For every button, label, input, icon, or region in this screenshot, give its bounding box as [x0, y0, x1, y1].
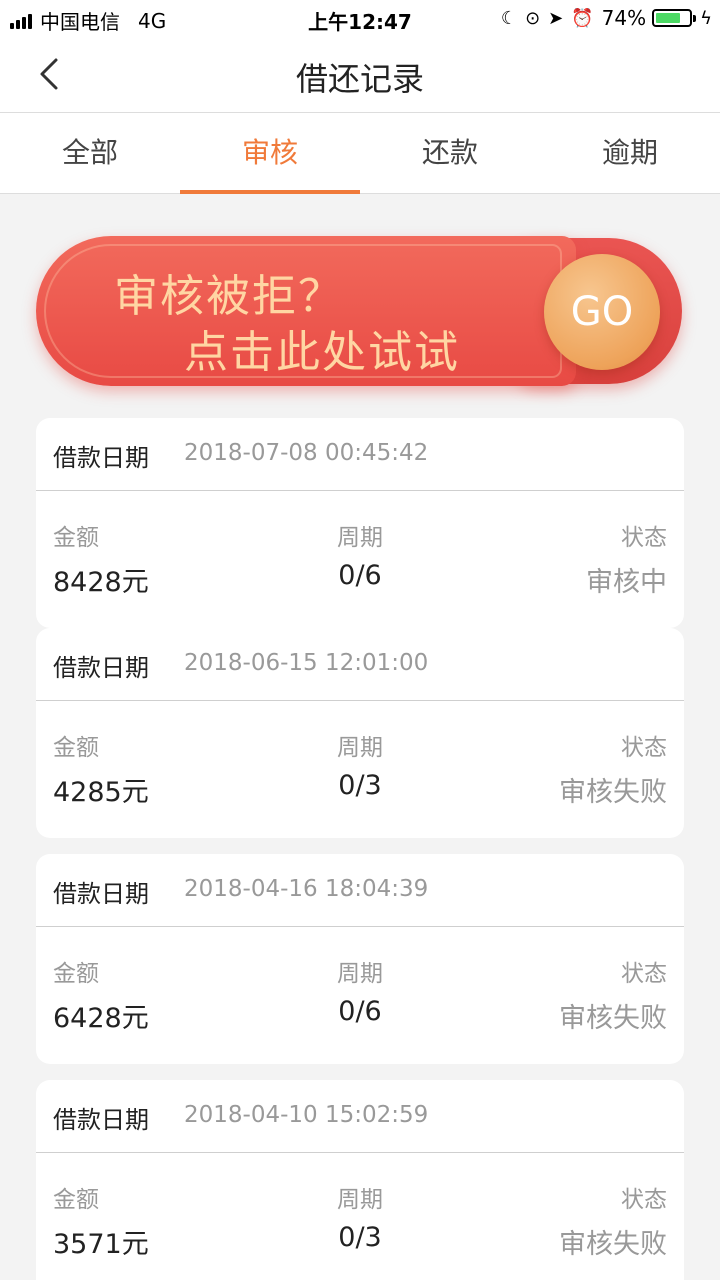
tab-all[interactable]: 全部 — [0, 113, 180, 193]
record-card[interactable]: 借款日期 2018-07-08 00:45:42 金额 周期 状态 8428元 … — [36, 418, 684, 628]
status-value: 审核失败 — [559, 1229, 667, 1260]
period-label: 周期 — [337, 961, 383, 987]
record-card[interactable]: 借款日期 2018-04-10 15:02:59 金额 周期 状态 3571元 … — [36, 1080, 684, 1280]
go-button[interactable]: GO — [544, 254, 660, 370]
record-header: 借款日期 2018-06-15 12:01:00 — [36, 628, 684, 701]
battery-fill — [656, 13, 680, 23]
record-header: 借款日期 2018-04-10 15:02:59 — [36, 1080, 684, 1153]
status-label: 状态 — [621, 1187, 667, 1213]
promo-banner[interactable]: 审核被拒？ 点击此处试试 GO — [36, 232, 684, 392]
charging-icon: ϟ — [700, 7, 712, 29]
location-icon: ➤ — [548, 7, 564, 29]
banner-subline: 点击此处试试 — [184, 327, 460, 378]
status-value: 审核失败 — [559, 777, 667, 808]
status-label: 状态 — [621, 525, 667, 551]
battery-icon — [652, 9, 697, 27]
alarm-icon: ⏰ — [571, 7, 594, 29]
status-value: 审核失败 — [559, 1003, 667, 1034]
period-label: 周期 — [337, 525, 383, 551]
page-title: 借还记录 — [295, 60, 424, 98]
date-value: 2018-04-16 18:04:39 — [184, 876, 429, 902]
status-right: ☾ ⊙ ➤ ⏰ 74% ϟ — [501, 6, 712, 30]
moon-icon: ☾ — [500, 7, 518, 29]
status-bar: 中国电信 4G 上午12:47 ☾ ⊙ ➤ ⏰ 74% ϟ — [0, 0, 720, 36]
date-value: 2018-06-15 12:01:00 — [184, 650, 429, 676]
status-label: 状态 — [621, 961, 667, 987]
date-label: 借款日期 — [53, 1106, 149, 1134]
banner-headline: 审核被拒？ — [114, 271, 344, 322]
tab-repayment[interactable]: 还款 — [360, 113, 540, 193]
date-label: 借款日期 — [53, 880, 149, 908]
rotation-lock-icon: ⊙ — [525, 7, 541, 29]
banner-body: 审核被拒？ 点击此处试试 — [36, 236, 576, 386]
period-label: 周期 — [337, 1187, 383, 1213]
status-label: 状态 — [621, 735, 667, 761]
date-label: 借款日期 — [53, 654, 149, 682]
record-header: 借款日期 2018-07-08 00:45:42 — [36, 418, 684, 491]
date-label: 借款日期 — [53, 444, 149, 472]
date-value: 2018-07-08 00:45:42 — [184, 440, 429, 466]
nav-bar: 借还记录 — [0, 36, 720, 113]
date-value: 2018-04-10 15:02:59 — [184, 1102, 429, 1128]
record-card[interactable]: 借款日期 2018-04-16 18:04:39 金额 周期 状态 6428元 … — [36, 854, 684, 1064]
record-header: 借款日期 2018-04-16 18:04:39 — [36, 854, 684, 927]
period-label: 周期 — [337, 735, 383, 761]
tab-bar: 全部 审核 还款 逾期 — [0, 113, 720, 194]
battery-percent: 74% — [601, 6, 647, 30]
tab-overdue[interactable]: 逾期 — [540, 113, 720, 193]
status-value: 审核中 — [586, 567, 667, 598]
record-card[interactable]: 借款日期 2018-06-15 12:01:00 金额 周期 状态 4285元 … — [36, 628, 684, 838]
tab-review[interactable]: 审核 — [180, 113, 360, 194]
